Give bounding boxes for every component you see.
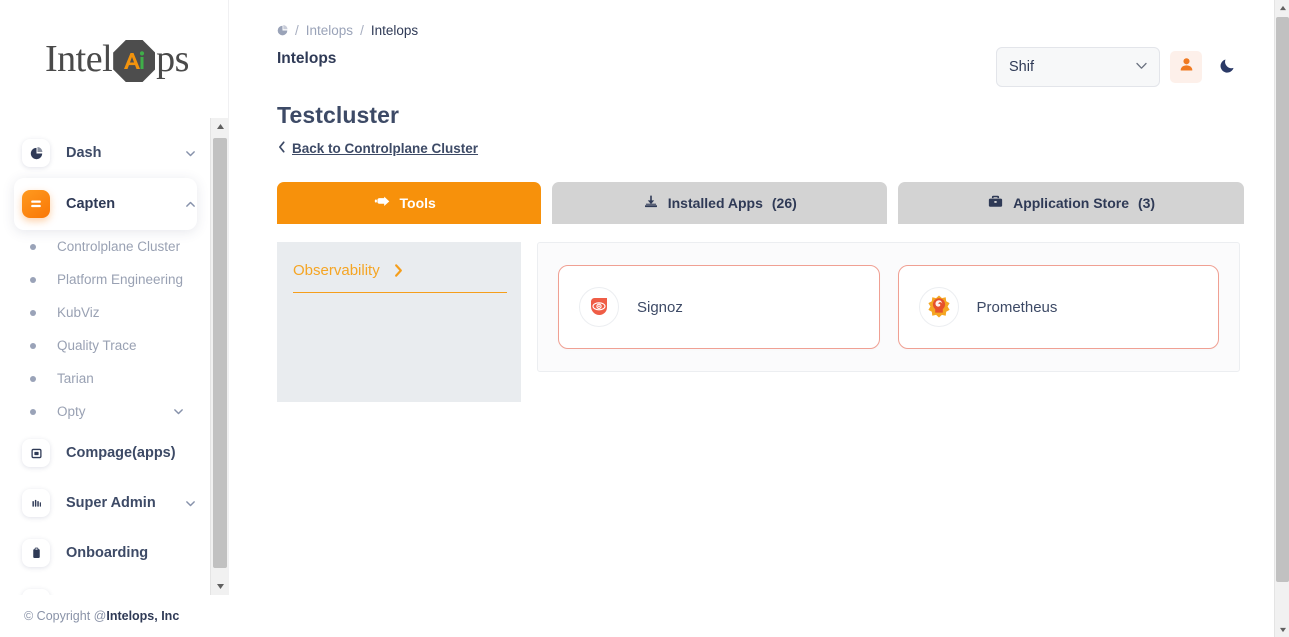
tab-tools[interactable]: Tools bbox=[277, 182, 542, 224]
download-icon bbox=[643, 194, 659, 213]
sidebar-subitem-opty[interactable]: Opty bbox=[0, 395, 211, 428]
bullet-icon bbox=[30, 309, 36, 316]
tools-content: Observability Signoz Prometheus bbox=[277, 242, 1244, 402]
chevron-right-icon bbox=[392, 263, 405, 278]
app-logo[interactable]: Intel ps bbox=[0, 0, 228, 118]
copyright-prefix: © Copyright @ bbox=[24, 609, 107, 623]
moon-icon bbox=[1219, 56, 1237, 79]
tab-label: Installed Apps bbox=[667, 195, 763, 211]
scroll-up-icon[interactable] bbox=[211, 118, 229, 135]
scroll-up-icon[interactable] bbox=[1275, 0, 1289, 15]
breadcrumb-separator: / bbox=[360, 22, 364, 38]
sidebar-item-label: Super Admin bbox=[66, 495, 156, 511]
sidebar-item-label: Onboarding bbox=[66, 545, 149, 561]
sidebar-item-capten[interactable]: Capten bbox=[14, 178, 197, 230]
scroll-down-icon[interactable] bbox=[1275, 622, 1289, 637]
sidebar-item-label: Compage(apps) bbox=[66, 445, 176, 461]
user-icon bbox=[1178, 56, 1195, 78]
sidebar-subitem-label: KubViz bbox=[57, 305, 100, 320]
copyright-company: Intelops, Inc bbox=[106, 609, 180, 623]
pie-chart-icon bbox=[277, 24, 288, 36]
app-root: Intel ps Dash Capten Controlplane Cluste… bbox=[0, 0, 1274, 637]
sidebar-item-dash[interactable]: Dash bbox=[22, 128, 197, 178]
signoz-icon bbox=[579, 287, 619, 327]
sidebar-subitem-label: Controlplane Cluster bbox=[57, 239, 181, 254]
chevron-down-icon[interactable] bbox=[1136, 62, 1147, 73]
app-card-signoz[interactable]: Signoz bbox=[558, 265, 880, 349]
sidebar-item-super-admin[interactable]: Super Admin bbox=[22, 478, 197, 528]
user-profile-button[interactable] bbox=[1170, 51, 1202, 83]
main-content: / Intelops / Intelops Intelops Testclust… bbox=[229, 0, 1274, 637]
sidebar-subitem-kubviz[interactable]: KubViz bbox=[0, 296, 211, 329]
sidebar-subitem-label: Platform Engineering bbox=[57, 272, 184, 287]
tools-icon bbox=[374, 193, 391, 213]
sidebar-item-management[interactable]: Management bbox=[22, 578, 197, 595]
sidebar-subitem-label: Tarian bbox=[57, 371, 94, 386]
clipboard-icon bbox=[22, 539, 50, 567]
sidebar-subitem-tarian[interactable]: Tarian bbox=[0, 362, 211, 395]
footer-copyright: © Copyright @ Intelops, Inc bbox=[0, 595, 229, 637]
sidebar-subitem-platform-engineering[interactable]: Platform Engineering bbox=[0, 263, 211, 296]
chevron-down-icon[interactable] bbox=[172, 405, 185, 418]
tab-application-store[interactable]: Application Store (3) bbox=[898, 182, 1244, 224]
tab-installed-apps[interactable]: Installed Apps (26) bbox=[552, 182, 888, 224]
theme-toggle-button[interactable] bbox=[1212, 51, 1244, 83]
sidebar-item-compage[interactable]: Compage(apps) bbox=[22, 428, 197, 478]
scroll-down-icon[interactable] bbox=[211, 578, 229, 595]
sidebar-subitem-label: Opty bbox=[57, 404, 86, 419]
sidebar-scrollbar[interactable] bbox=[210, 118, 229, 595]
page-scrollbar[interactable] bbox=[1274, 0, 1289, 637]
apps-panel: Signoz Prometheus bbox=[537, 242, 1240, 372]
sidebar-subitem-controlplane-cluster[interactable]: Controlplane Cluster bbox=[0, 230, 211, 263]
sidebar-subitem-quality-trace[interactable]: Quality Trace bbox=[0, 329, 211, 362]
breadcrumb-link[interactable]: Intelops bbox=[306, 23, 353, 38]
bullet-icon bbox=[30, 375, 36, 382]
chevron-up-icon[interactable] bbox=[184, 198, 197, 211]
breadcrumb-separator: / bbox=[295, 22, 299, 38]
tab-label: Tools bbox=[399, 195, 436, 211]
header-controls: Shif bbox=[996, 47, 1244, 87]
bullet-icon bbox=[30, 342, 36, 349]
back-link-label: Back to Controlplane Cluster bbox=[292, 141, 479, 156]
back-to-controlplane-cluster-link[interactable]: Back to Controlplane Cluster bbox=[277, 141, 478, 156]
tab-count: (3) bbox=[1137, 195, 1156, 211]
app-name: Signoz bbox=[637, 298, 683, 316]
chevron-down-icon[interactable] bbox=[184, 147, 197, 160]
bullet-icon bbox=[30, 243, 36, 250]
logo-text-prefix: Intel bbox=[45, 38, 113, 80]
category-item-observability[interactable]: Observability bbox=[293, 262, 507, 293]
app-card-prometheus[interactable]: Prometheus bbox=[897, 265, 1219, 349]
sidebar-nav: Dash Capten Controlplane Cluster Platfor… bbox=[0, 118, 211, 595]
cluster-title: Testcluster bbox=[277, 102, 400, 128]
breadcrumb-current: Intelops bbox=[370, 22, 419, 38]
chevron-left-icon bbox=[277, 141, 287, 156]
prometheus-icon bbox=[918, 287, 959, 327]
tab-count: (26) bbox=[771, 195, 797, 211]
sidebar-subitem-label: Quality Trace bbox=[57, 338, 137, 353]
organization-select[interactable]: Shif bbox=[996, 47, 1160, 87]
bars-icon bbox=[22, 489, 50, 517]
pie-chart-icon bbox=[22, 139, 50, 167]
window-icon bbox=[22, 439, 50, 467]
sidebar: Intel ps Dash Capten Controlplane Cluste… bbox=[0, 0, 229, 637]
tab-label: Application Store bbox=[1013, 195, 1129, 211]
chevron-down-icon[interactable] bbox=[184, 497, 197, 510]
sidebar-item-label: Dash bbox=[66, 145, 102, 161]
sidebar-item-label: Capten bbox=[66, 196, 116, 212]
sidebar-item-onboarding[interactable]: Onboarding bbox=[22, 528, 197, 578]
category-panel: Observability bbox=[277, 242, 521, 402]
breadcrumb: / Intelops / Intelops bbox=[277, 0, 1244, 38]
scrollbar-thumb[interactable] bbox=[1276, 17, 1289, 582]
scrollbar-thumb[interactable] bbox=[213, 138, 227, 568]
list-icon bbox=[22, 190, 50, 218]
briefcase-icon bbox=[987, 193, 1004, 213]
app-name: Prometheus bbox=[976, 298, 1058, 316]
logo-text-suffix: ps bbox=[156, 38, 189, 80]
tab-bar: Tools Installed Apps (26) Application St… bbox=[277, 182, 1244, 224]
bullet-icon bbox=[30, 408, 36, 415]
logo-mark-icon bbox=[113, 40, 156, 82]
bullet-icon bbox=[30, 276, 36, 283]
organization-select-value: Shif bbox=[1009, 59, 1034, 75]
category-label: Observability bbox=[293, 262, 380, 279]
